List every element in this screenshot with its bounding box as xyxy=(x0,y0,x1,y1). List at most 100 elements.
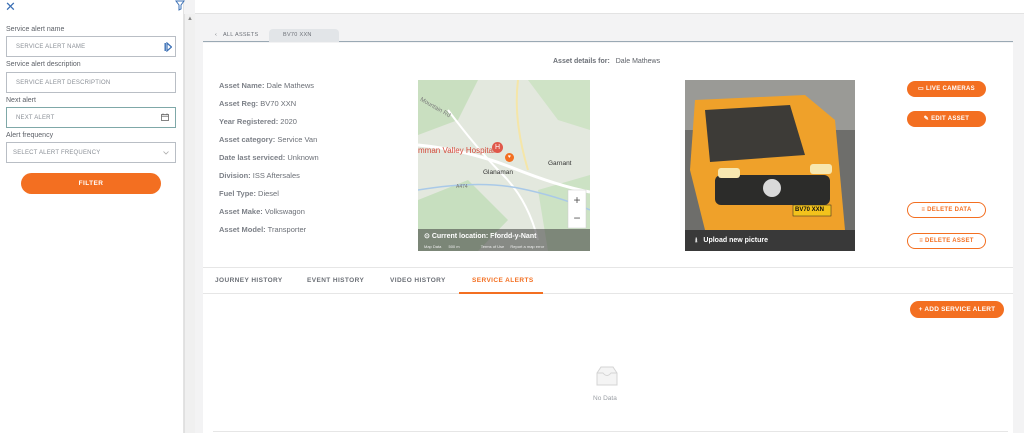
tab-service-alerts[interactable]: SERVICE ALERTS xyxy=(472,277,534,284)
calendar-icon[interactable] xyxy=(161,113,169,121)
attr-label: Asset Reg: xyxy=(219,99,259,108)
top-bar xyxy=(195,0,1024,14)
history-tabs: JOURNEY HISTORY EVENT HISTORY VIDEO HIST… xyxy=(203,267,1013,294)
asset-photo: BV70 XXN ⭳ Upload new picture xyxy=(685,80,855,251)
attr-label: Fuel Type: xyxy=(219,189,256,198)
active-tab-indicator xyxy=(459,292,543,294)
alert-description-label: Service alert description xyxy=(6,61,81,68)
edit-asset-label: EDIT ASSET xyxy=(931,116,970,122)
chevron-down-icon xyxy=(163,151,169,155)
current-location-text: Current location: Ffordd-y-Nant xyxy=(431,233,537,240)
alert-description-placeholder: SERVICE ALERT DESCRIPTION xyxy=(16,80,111,86)
next-alert-label: Next alert xyxy=(6,97,36,104)
scroll-up-icon[interactable]: ▲ xyxy=(187,16,193,22)
delete-asset-button[interactable]: ≡ DELETE ASSET xyxy=(907,233,986,249)
pencil-icon: ✎ xyxy=(923,116,930,122)
breadcrumb: ‹ ALL ASSETS BV70 XXN xyxy=(203,28,1013,42)
attr-label: Asset category: xyxy=(219,135,276,144)
live-cameras-button[interactable]: ▭ LIVE CAMERAS xyxy=(907,81,986,97)
delete-data-label: DELETE DATA xyxy=(927,207,972,213)
map-town-label: Glanaman xyxy=(483,169,513,176)
alert-name-input[interactable]: SERVICE ALERT NAME xyxy=(6,36,176,57)
attr-asset-category: Asset category: Service Van xyxy=(219,135,317,144)
upload-picture-label: Upload new picture xyxy=(703,237,768,244)
alert-name-placeholder: SERVICE ALERT NAME xyxy=(16,44,86,50)
map-data-label: Map Data xyxy=(424,244,442,249)
filter-button[interactable]: FILTER xyxy=(21,173,161,194)
alert-frequency-label: Alert frequency xyxy=(6,132,54,139)
menu-icon: ≡ xyxy=(919,238,924,244)
asset-details-heading-label: Asset details for: xyxy=(553,58,610,65)
attr-label: Asset Name: xyxy=(219,81,265,90)
alert-description-input[interactable]: SERVICE ALERT DESCRIPTION xyxy=(6,72,176,93)
attr-year-registered: Year Registered: 2020 xyxy=(219,117,297,126)
breadcrumb-back[interactable]: ‹ ALL ASSETS xyxy=(215,29,258,42)
upload-icon: ⭳ xyxy=(695,237,698,244)
tab-video-history[interactable]: VIDEO HISTORY xyxy=(390,277,446,284)
map-terms-link[interactable]: Terms of Use xyxy=(481,244,505,249)
next-alert-input[interactable]: NEXT ALERT xyxy=(6,107,176,128)
tab-journey-history[interactable]: JOURNEY HISTORY xyxy=(215,277,283,284)
attr-division: Division: ISS Aftersales xyxy=(219,171,300,180)
next-alert-placeholder: NEXT ALERT xyxy=(16,115,55,121)
attr-asset-reg: Asset Reg: BV70 XXN xyxy=(219,99,296,108)
attr-asset-make: Asset Make: Volkswagon xyxy=(219,207,305,216)
van-plate: BV70 XXN xyxy=(795,207,825,213)
map-town-label: Garnant xyxy=(548,160,572,167)
divider xyxy=(213,431,1008,432)
location-map[interactable]: Mountain Rd mman Valley Hospital H ♥ Gla… xyxy=(418,80,590,251)
attr-label: Asset Make: xyxy=(219,207,263,216)
attr-asset-model: Asset Model: Transporter xyxy=(219,225,306,234)
heart-marker-icon[interactable]: ♥ xyxy=(505,153,514,162)
alert-frequency-placeholder: SELECT ALERT FREQUENCY xyxy=(13,150,101,156)
location-pin-icon: ⊙ xyxy=(424,233,430,240)
delete-data-button[interactable]: ≡ DELETE DATA xyxy=(907,202,986,218)
attr-label: Year Registered: xyxy=(219,117,279,126)
empty-state-text: No Data xyxy=(593,395,617,402)
zoom-in-button[interactable]: + xyxy=(570,193,584,207)
map-attribution: Map Data 500 m Terms of Use Report a map… xyxy=(424,244,544,249)
camera-icon: ▭ xyxy=(918,86,925,92)
attr-value: Transporter xyxy=(267,225,307,234)
attr-value: 2020 xyxy=(280,117,297,126)
attr-value: Diesel xyxy=(258,189,279,198)
edit-asset-button[interactable]: ✎ EDIT ASSET xyxy=(907,111,986,127)
map-hospital-label: mman Valley Hospital xyxy=(418,146,495,155)
map-scale-label: 500 m xyxy=(448,244,460,249)
asset-details-heading-value: Dale Mathews xyxy=(615,58,661,65)
menu-icon: ≡ xyxy=(921,207,926,213)
alert-frequency-select[interactable]: SELECT ALERT FREQUENCY xyxy=(6,142,176,163)
live-cameras-label: LIVE CAMERAS xyxy=(926,86,975,92)
attr-value: Dale Mathews xyxy=(266,81,315,90)
van-image xyxy=(685,80,855,251)
close-icon[interactable]: ✕ xyxy=(5,0,16,13)
delete-asset-label: DELETE ASSET xyxy=(925,238,974,244)
map-road-label: A474 xyxy=(456,184,468,190)
chevron-left-icon: ‹ xyxy=(215,32,218,38)
sidebar-header: ✕ xyxy=(0,0,185,14)
attr-value: Service Van xyxy=(277,135,318,144)
attr-label: Division: xyxy=(219,171,251,180)
zoom-out-button[interactable]: − xyxy=(570,211,584,225)
add-service-alert-button[interactable]: + ADD SERVICE ALERT xyxy=(910,301,1004,318)
funnel-icon[interactable] xyxy=(175,0,185,11)
asset-details-heading: Asset details for: Dale Mathews xyxy=(553,58,660,65)
tab-event-history[interactable]: EVENT HISTORY xyxy=(307,277,364,284)
attr-value: ISS Aftersales xyxy=(252,171,300,180)
sidebar-scrollbar[interactable]: ▲ xyxy=(184,14,195,433)
attr-fuel-type: Fuel Type: Diesel xyxy=(219,189,279,198)
alert-name-label: Service alert name xyxy=(6,26,65,33)
map-report-link[interactable]: Report a map error xyxy=(510,244,544,249)
hospital-marker-icon[interactable]: H xyxy=(492,142,503,153)
current-location-label: ⊙ Current location: Ffordd-y-Nant xyxy=(424,232,536,240)
breadcrumb-current[interactable]: BV70 XXN xyxy=(269,29,339,42)
asset-details-card: Asset details for: Dale Mathews Asset Na… xyxy=(203,43,1013,433)
attr-value: BV70 XXN xyxy=(260,99,297,108)
attr-label: Date last serviced: xyxy=(219,153,286,162)
attr-label: Asset Model: xyxy=(219,225,266,234)
attr-value: Unknown xyxy=(287,153,319,162)
upload-picture-button[interactable]: ⭳ Upload new picture xyxy=(695,236,768,247)
filter-sidebar: ✕ Service alert name SERVICE ALERT NAME … xyxy=(0,0,185,433)
attr-date-last-serviced: Date last serviced: Unknown xyxy=(219,153,319,162)
attr-asset-name: Asset Name: Dale Mathews xyxy=(219,81,314,90)
